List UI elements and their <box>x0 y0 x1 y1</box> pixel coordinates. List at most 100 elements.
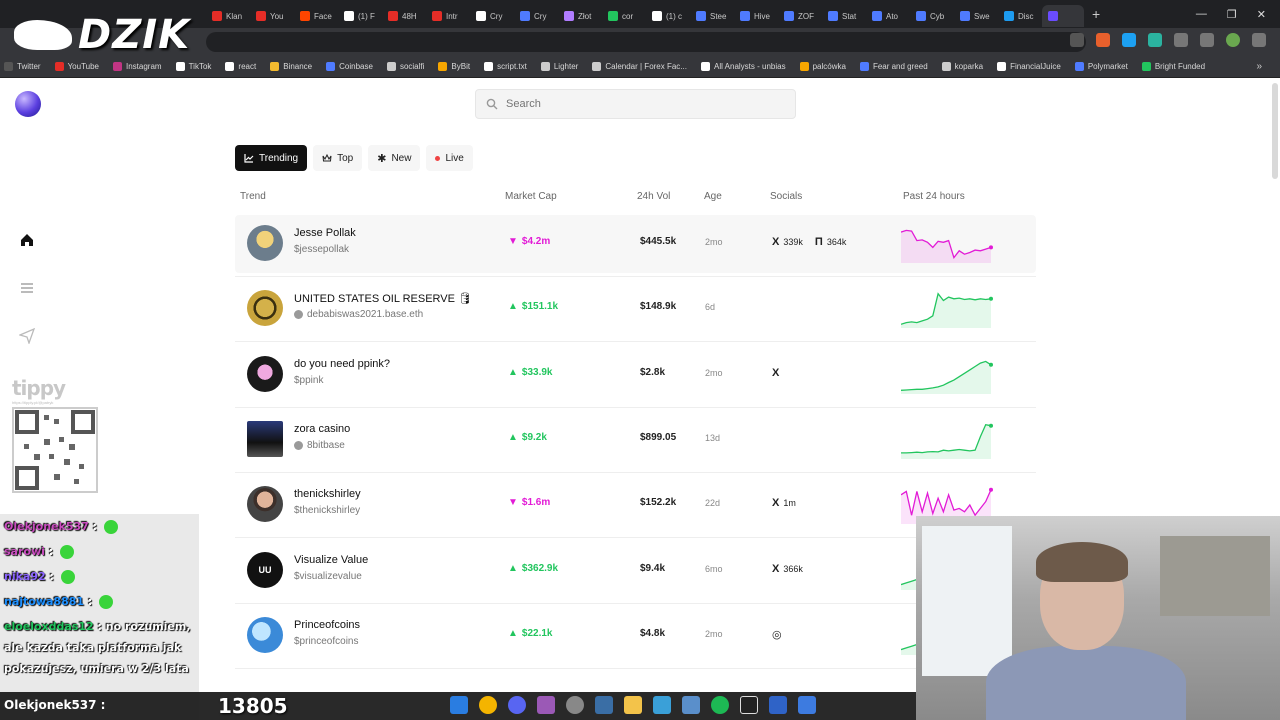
browser-tab[interactable]: Intr <box>426 5 470 27</box>
puzzle-icon[interactable] <box>1174 33 1188 47</box>
chrome-icon[interactable] <box>479 696 497 714</box>
bookmarks-more-button[interactable]: » <box>1256 61 1262 72</box>
bookmark-item[interactable]: palcówka <box>799 62 846 71</box>
bookmark-item[interactable]: ByBit <box>438 62 470 71</box>
x-icon[interactable]: X <box>772 497 779 509</box>
obs-icon[interactable] <box>740 696 758 714</box>
bookmark-item[interactable]: Instagram <box>113 62 162 71</box>
close-window-icon[interactable]: ✕ <box>1257 8 1266 21</box>
coin-row[interactable]: Jesse Pollak $jessepollak ▼ $4.2m $445.5k 2mo… <box>235 215 1036 277</box>
browser-tab[interactable]: cor <box>602 5 646 27</box>
browser-tab[interactable]: (1) F <box>338 5 382 27</box>
bookmark-star-icon[interactable] <box>1070 33 1084 47</box>
column-header-volume[interactable]: 24h Vol <box>637 191 670 202</box>
coin-row[interactable]: UNITED STATES OIL RESERVE 🛢 debabiswas202… <box>235 280 1036 343</box>
bookmark-item[interactable]: Lighter <box>540 62 578 71</box>
bookmark-item[interactable]: Calendar | Forex Fac... <box>592 62 687 71</box>
restore-icon[interactable]: ❐ <box>1227 8 1237 21</box>
extension-icon[interactable] <box>1096 33 1110 47</box>
browser-tab[interactable]: Face <box>294 5 338 27</box>
app-icon[interactable] <box>682 696 700 714</box>
coin-row[interactable]: zora casino 8bitbase ▲ $9.2k $899.05 13d <box>235 411 1036 473</box>
coin-name[interactable]: Visualize Value <box>294 554 368 566</box>
bookmark-item[interactable]: Bright Funded <box>1141 62 1205 71</box>
app-icon[interactable] <box>653 696 671 714</box>
browser-tab[interactable]: Stat <box>822 5 866 27</box>
app-logo-orb[interactable] <box>15 91 41 117</box>
bookmark-item[interactable]: Fear and greed <box>859 62 928 71</box>
extension-icon[interactable] <box>1122 33 1136 47</box>
browser-tab[interactable]: 48H <box>382 5 426 27</box>
coin-handle[interactable]: debabiswas2021.base.eth <box>294 309 423 320</box>
browser-tab[interactable]: Cry <box>470 5 514 27</box>
bookmark-item[interactable]: FinancialJuice <box>997 62 1061 71</box>
page-scrollbar[interactable] <box>1272 83 1278 179</box>
column-header-market-cap[interactable]: Market Cap <box>505 191 557 202</box>
browser-tab[interactable]: Ato <box>866 5 910 27</box>
home-icon[interactable] <box>19 232 35 248</box>
x-icon[interactable]: X <box>772 367 779 379</box>
new-tab-button[interactable]: + <box>1084 6 1108 22</box>
steam-icon[interactable] <box>595 696 613 714</box>
folder-icon[interactable] <box>624 696 642 714</box>
column-header-trend[interactable]: Trend <box>240 191 266 202</box>
coin-handle[interactable]: $ppink <box>294 375 323 386</box>
coin-name[interactable]: zora casino <box>294 423 350 435</box>
start-icon[interactable] <box>450 696 468 714</box>
instagram-icon[interactable]: ◎ <box>772 628 782 641</box>
downloads-icon[interactable] <box>1200 33 1214 47</box>
bookmark-item[interactable]: socialfi <box>386 62 424 71</box>
coin-name[interactable]: Jesse Pollak <box>294 227 356 239</box>
coin-handle[interactable]: 8bitbase <box>294 440 345 451</box>
coin-name[interactable]: UNITED STATES OIL RESERVE 🛢 <box>294 292 472 305</box>
discord-icon[interactable] <box>508 696 526 714</box>
browser-tab[interactable]: Klan <box>206 5 250 27</box>
browser-tab[interactable]: (1) c <box>646 5 690 27</box>
search-bar[interactable] <box>475 89 796 119</box>
coin-handle[interactable]: $princeofcoins <box>294 636 358 647</box>
farcaster-icon[interactable]: Π <box>815 236 823 248</box>
bookmark-item[interactable]: script.txt <box>484 62 527 71</box>
bookmark-item[interactable]: YouTube <box>54 62 99 71</box>
browser-tab[interactable]: Swe <box>954 5 998 27</box>
browser-tab[interactable]: You <box>250 5 294 27</box>
list-icon[interactable] <box>19 280 35 296</box>
app-icon[interactable] <box>566 696 584 714</box>
browser-tab[interactable]: Złot <box>558 5 602 27</box>
app-icon[interactable] <box>537 696 555 714</box>
browser-tab[interactable]: ZOF <box>778 5 822 27</box>
coin-name[interactable]: do you need ppink? <box>294 358 390 370</box>
browser-tab[interactable]: Cyb <box>910 5 954 27</box>
bookmark-item[interactable]: TikTok <box>175 62 211 71</box>
coin-handle[interactable]: $jessepollak <box>294 244 349 255</box>
bookmark-item[interactable]: react <box>225 62 256 71</box>
bookmark-item[interactable]: Twitter <box>4 62 41 71</box>
coin-name[interactable]: thenickshirley <box>294 488 361 500</box>
profile-avatar[interactable] <box>1226 33 1240 47</box>
coin-handle[interactable]: $visualizevalue <box>294 571 362 582</box>
bookmark-item[interactable]: Binance <box>270 62 312 71</box>
app-icon[interactable] <box>769 696 787 714</box>
column-header-age[interactable]: Age <box>704 191 722 202</box>
tab-top[interactable]: Top <box>313 145 363 171</box>
spotify-icon[interactable] <box>711 696 729 714</box>
coin-row[interactable]: do you need ppink? $ppink ▲ $33.9k $2.8k 2mo X <box>235 346 1036 408</box>
bookmark-item[interactable]: Coinbase <box>326 62 373 71</box>
coin-handle[interactable]: $thenickshirley <box>294 505 360 516</box>
browser-tab[interactable]: Cry <box>514 5 558 27</box>
browser-tab[interactable]: Stee <box>690 5 734 27</box>
app-icon[interactable] <box>798 696 816 714</box>
send-icon[interactable] <box>19 328 35 344</box>
browser-tab[interactable]: Hive <box>734 5 778 27</box>
bookmark-item[interactable]: koparka <box>941 62 983 71</box>
tab-new[interactable]: ✱ New <box>368 145 421 171</box>
browser-tab[interactable]: Disc <box>998 5 1042 27</box>
bookmark-item[interactable]: All Analysts - unbias <box>700 62 786 71</box>
menu-icon[interactable] <box>1252 33 1266 47</box>
address-bar[interactable] <box>206 32 1086 52</box>
bookmark-item[interactable]: Polymarket <box>1074 62 1128 71</box>
browser-tab[interactable] <box>1042 5 1084 27</box>
extension-icon[interactable] <box>1148 33 1162 47</box>
coin-name[interactable]: Princeofcoins <box>294 619 360 631</box>
search-input[interactable] <box>506 98 766 110</box>
